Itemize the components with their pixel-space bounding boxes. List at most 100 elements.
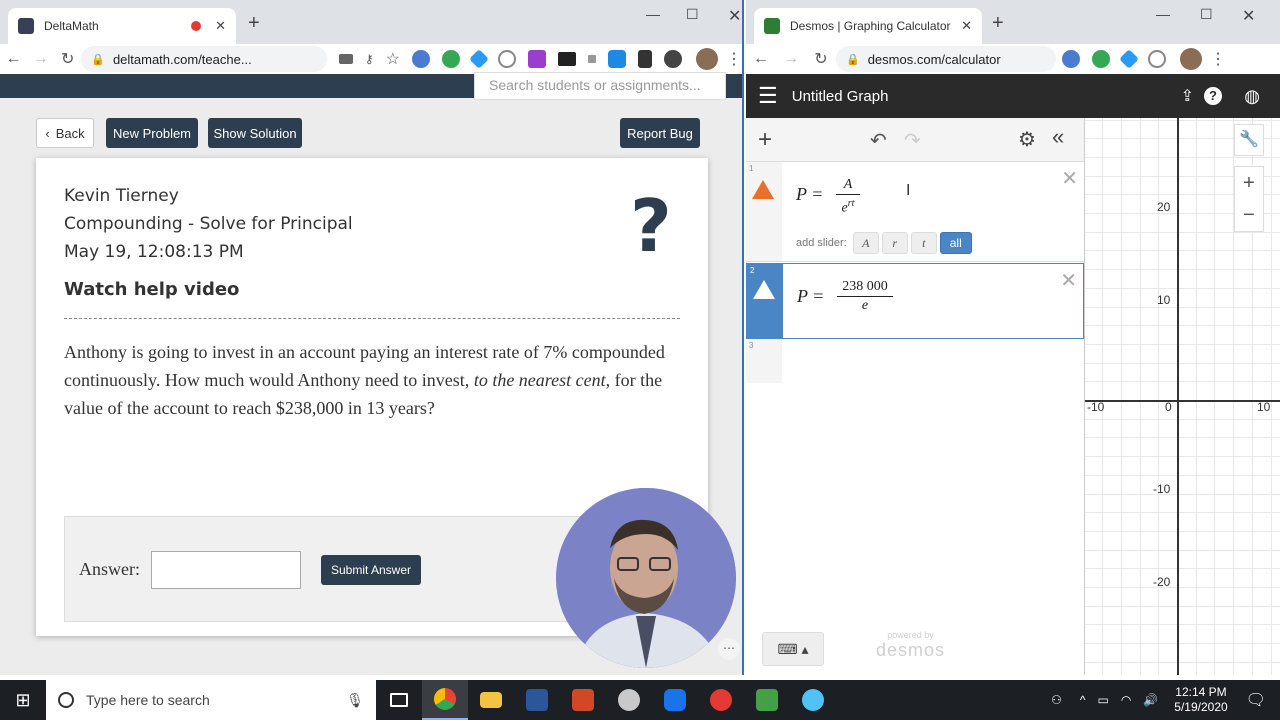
graph-title[interactable]: Untitled Graph [792,88,889,105]
new-tab-icon[interactable]: + [248,12,260,35]
chrome-taskbar-icon[interactable] [422,680,468,720]
bookmark-star-icon[interactable]: ☆ [386,49,400,69]
minimize-icon[interactable]: — [646,6,660,22]
watch-help-video-link[interactable]: Watch help video [64,276,353,304]
globe-icon[interactable]: ◍ [1244,86,1260,107]
profile-avatar[interactable] [1180,48,1202,70]
zoom-out-icon[interactable]: − [1235,199,1263,231]
maximize-icon[interactable]: ☐ [1200,6,1213,23]
camera-icon[interactable] [338,54,353,64]
extension-square-icon[interactable] [588,55,596,63]
back-nav-icon[interactable]: ← [746,50,776,68]
graph-paper[interactable]: -10 0 10 20 10 -10 -20 🔧 + − [1084,118,1280,675]
share-icon[interactable]: ⇪ [1181,86,1194,106]
slider-chip-r[interactable]: r [881,232,908,254]
close-window-icon[interactable]: ✕ [1242,6,1255,26]
redo-icon[interactable]: ↷ [904,128,921,153]
reload-icon[interactable]: ↻ [54,49,81,69]
expression-row[interactable]: 1 P = A ert I ✕ add slider: A r t all [746,162,1084,262]
extension-diamond-icon[interactable] [1119,49,1139,69]
warning-icon[interactable] [752,180,774,199]
volume-icon[interactable]: 🔊 [1143,693,1158,707]
extension-wifi-icon[interactable] [412,50,430,68]
extension-drive-icon[interactable] [1092,50,1110,68]
settings-gear-icon[interactable]: ⚙ [1018,127,1036,152]
close-window-icon[interactable]: ✕ [728,6,741,26]
file-explorer-icon[interactable] [468,680,514,720]
submit-answer-button[interactable]: Submit Answer [321,555,421,585]
microphone-icon[interactable]: 🎙 [346,692,364,709]
report-bug-button[interactable]: Report Bug [620,118,700,148]
profile-avatar[interactable] [696,48,718,70]
more-options-icon[interactable]: ⋯ [718,638,740,660]
slider-chip-all[interactable]: all [939,232,972,254]
wifi-icon[interactable]: ◠ [1121,693,1131,707]
windows-start-icon[interactable]: ⊞ [0,690,46,711]
new-problem-button[interactable]: New Problem [106,118,198,148]
powerpoint-icon[interactable] [560,680,606,720]
warning-icon[interactable] [753,280,775,299]
tray-chevron-up-icon[interactable]: ^ [1080,693,1086,707]
slider-chip-t[interactable]: t [910,232,937,254]
notifications-icon[interactable]: 🗨 [1246,690,1266,710]
keypad-toggle-icon[interactable]: ⌨ ▴ [762,632,824,666]
expression-row-active[interactable]: 2 P = 238 000 e ✕ [746,263,1084,339]
back-button[interactable]: ‹ Back [36,118,94,148]
graph-settings-wrench-icon[interactable]: 🔧 [1234,124,1264,156]
hamburger-menu-icon[interactable]: ☰ [758,83,778,109]
show-solution-button[interactable]: Show Solution [208,118,302,148]
minimize-icon[interactable]: — [1156,6,1170,22]
extension-wifi-icon[interactable] [1062,50,1080,68]
new-tab-icon[interactable]: + [992,12,1004,35]
answer-input[interactable] [151,551,301,589]
extension-clock-icon[interactable] [1148,50,1166,68]
delete-expression-icon[interactable]: ✕ [1061,166,1078,191]
clock[interactable]: 12:14 PM 5/19/2020 [1174,685,1227,715]
app-brain-icon[interactable] [606,680,652,720]
forward-nav-icon[interactable]: → [776,50,806,68]
desmos-logo-text: desmos [876,640,946,660]
word-icon[interactable] [514,680,560,720]
undo-icon[interactable]: ↶ [870,128,887,153]
app-pc-icon[interactable] [790,680,836,720]
expression-row-empty[interactable]: 3 [746,339,1084,383]
tab-deltamath[interactable]: DeltaMath ✕ [8,8,236,44]
forward-nav-icon[interactable]: → [27,50,54,68]
x-tick-label: 10 [1257,400,1271,414]
tab-desmos[interactable]: Desmos | Graphing Calculator ✕ [754,8,982,44]
reload-icon[interactable]: ↻ [806,49,836,69]
extension-r-icon[interactable] [608,50,626,68]
app-infinity-icon[interactable] [652,680,698,720]
slider-chip-a[interactable]: A [852,232,879,254]
extension-shield-icon[interactable] [664,50,682,68]
add-item-icon[interactable]: + [758,126,772,154]
extension-diamond-icon[interactable] [469,49,489,69]
extension-puzzle-icon[interactable] [528,50,546,68]
taskbar-search-box[interactable]: Type here to search 🎙 [46,680,376,720]
extension-drive-icon[interactable] [442,50,460,68]
app-red-icon[interactable] [698,680,744,720]
maximize-icon[interactable]: ☐ [686,6,699,23]
delete-expression-icon[interactable]: ✕ [1060,268,1077,293]
chrome-menu-icon[interactable]: ⋮ [726,49,742,69]
app-green-icon[interactable] [744,680,790,720]
search-students-input[interactable]: Search students or assignments... [474,72,726,100]
close-tab-icon[interactable]: ✕ [215,18,226,34]
extension-clock-icon[interactable] [498,50,516,68]
url-field[interactable]: 🔒 deltamath.com/teache... [81,46,327,72]
task-view-icon[interactable] [376,680,422,720]
zoom-in-icon[interactable]: + [1235,167,1263,199]
url-field[interactable]: 🔒 desmos.com/calculator [836,46,1056,72]
close-tab-icon[interactable]: ✕ [961,18,972,34]
battery-icon[interactable]: ▭ [1098,693,1109,707]
extension-screen-icon[interactable] [558,52,576,66]
collapse-list-icon[interactable]: « [1052,124,1064,150]
back-nav-icon[interactable]: ← [0,50,27,68]
key-icon[interactable]: ⚷ [365,52,374,66]
help-icon[interactable]: ? [1204,87,1222,105]
lock-icon: 🔒 [846,53,860,66]
help-question-icon[interactable]: ? [630,184,672,268]
chrome-menu-icon[interactable]: ⋮ [1210,49,1226,69]
extension-rocket-icon[interactable] [638,50,652,68]
people-icon[interactable]: ⚇ [1051,693,1062,707]
